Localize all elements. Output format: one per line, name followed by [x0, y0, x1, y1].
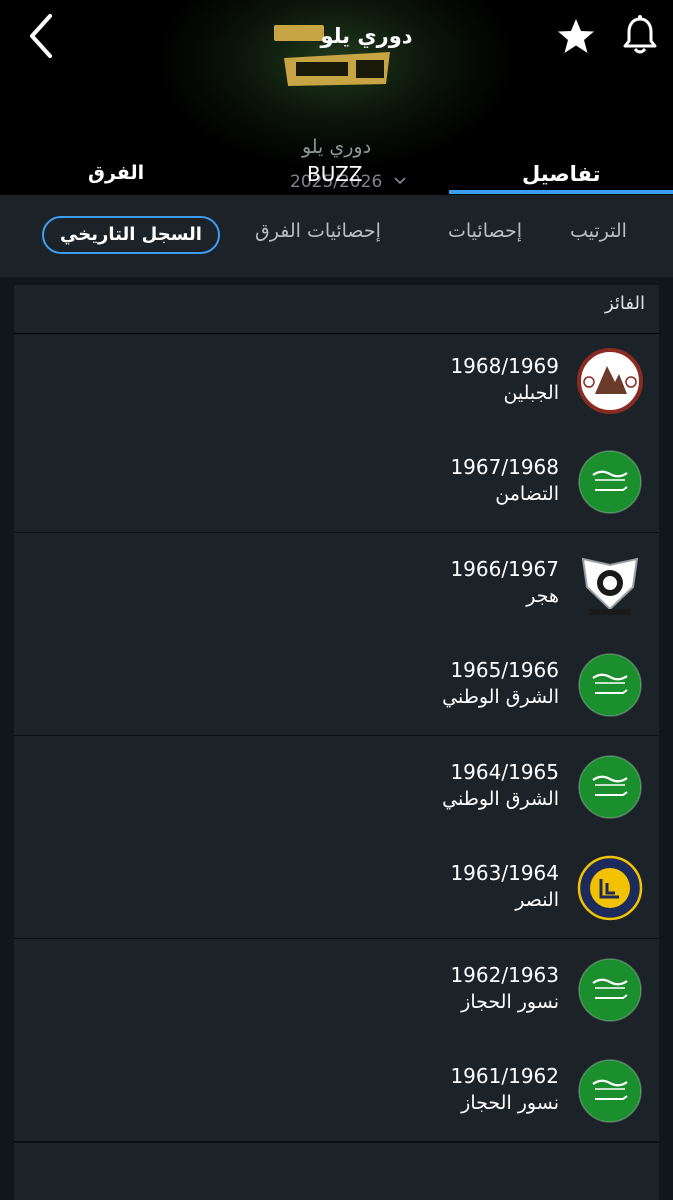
row-team-name: الشرق الوطني — [442, 686, 559, 708]
winner-row[interactable]: 1967/1968 التضامن — [14, 431, 659, 534]
saudi-flag-team-logo — [577, 652, 643, 718]
row-team-name: نسور الحجاز — [461, 1092, 559, 1114]
subtab-team-stats[interactable]: إحصائيات الفرق — [255, 220, 381, 242]
tab-buzz[interactable]: BUZZ — [307, 162, 362, 186]
winner-row[interactable]: 1961/1962 نسور الحجاز — [14, 1040, 659, 1143]
winner-row[interactable]: 1965/1966 الشرق الوطني — [14, 634, 659, 737]
saudi-flag-team-logo — [577, 957, 643, 1023]
subtab-standings[interactable]: الترتيب — [570, 220, 627, 242]
row-team-name: هجر — [526, 584, 559, 607]
row-season: 1962/1963 — [450, 962, 559, 987]
row-season: 1961/1962 — [450, 1064, 559, 1088]
yelo-league-logo — [284, 52, 390, 86]
al-jabalain-team-logo — [577, 347, 643, 414]
list-header: الفائز — [14, 285, 659, 334]
row-team-name: النصر — [515, 889, 559, 911]
details-subtabs: الترتيب إحصائيات إحصائيات الفرق السجل ال… — [0, 195, 673, 277]
row-team-name: التضامن — [495, 483, 559, 505]
row-season: 1968/1969 — [450, 353, 559, 378]
subtab-history[interactable]: السجل التاريخي — [42, 216, 220, 254]
hajer-fc-team-logo — [577, 551, 643, 617]
season-name[interactable]: دوري يلو — [0, 136, 673, 158]
subtab-stats[interactable]: إحصائيات — [448, 220, 522, 242]
favorite-star-icon[interactable] — [556, 16, 596, 56]
notification-bell-icon[interactable] — [620, 14, 660, 56]
saudi-flag-team-logo — [577, 754, 643, 820]
chevron-down-icon[interactable] — [393, 176, 407, 186]
row-season: 1963/1964 — [450, 861, 559, 885]
winner-row[interactable]: 1963/1964 النصر — [14, 837, 659, 940]
row-season: 1964/1965 — [450, 759, 559, 784]
row-season: 1967/1968 — [450, 455, 559, 479]
saudi-flag-team-logo — [577, 1058, 643, 1124]
winner-row[interactable]: 1968/1969 الجبلين — [14, 329, 659, 433]
history-list[interactable]: الفائز 1969/1970هجر1968/1969الجبلين1967/… — [14, 285, 659, 1200]
active-tab-indicator — [449, 190, 673, 194]
winner-row[interactable]: 1962/1963 نسور الحجاز — [14, 938, 659, 1042]
row-team-name: الشرق الوطني — [442, 787, 559, 810]
row-season: 1965/1966 — [450, 658, 559, 682]
winner-row[interactable]: 1964/1965 الشرق الوطني — [14, 735, 659, 839]
row-team-name: الجبلين — [503, 381, 559, 404]
winner-column-label: الفائز — [604, 293, 645, 314]
row-team-name: نسور الحجاز — [461, 990, 559, 1013]
league-header: دوري يلو دوري يلو 2025/2026 الفرق BUZZ ت… — [0, 0, 673, 195]
tab-teams[interactable]: الفرق — [88, 162, 144, 184]
row-season: 1966/1967 — [450, 556, 559, 581]
tab-details[interactable]: تفاصيل — [522, 162, 601, 186]
winner-row[interactable]: 1966/1967 هجر — [14, 532, 659, 636]
saudi-flag-team-logo — [577, 449, 643, 515]
nassr-team-logo — [577, 855, 643, 921]
